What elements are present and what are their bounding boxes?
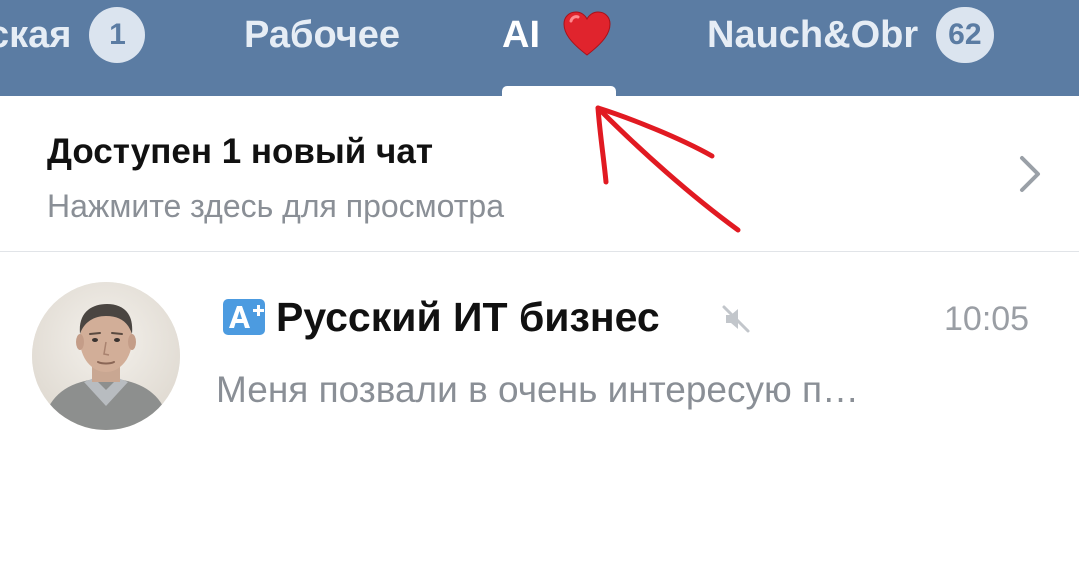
avatar [32, 282, 180, 430]
mute-icon [722, 305, 750, 333]
tab-rabochee[interactable]: Рабочее [244, 0, 400, 96]
chevron-right-icon [1020, 156, 1040, 192]
chat-name: Русский ИТ бизнес [276, 294, 660, 340]
chat-time: 10:05 [944, 300, 1030, 338]
tab-label: Рабочее [244, 14, 401, 56]
a-plus-icon [223, 299, 265, 335]
new-chat-notice[interactable]: Доступен 1 новый чат Нажмите здесь для п… [0, 96, 1079, 252]
tab-folder-1[interactable]: ская 1 [0, 0, 146, 96]
tab-label: ская [0, 14, 72, 56]
tab-label: AI [502, 14, 540, 56]
unread-count-badge: 62 [936, 7, 994, 63]
active-tab-indicator [502, 86, 616, 96]
notice-title: Доступен 1 новый чат [47, 132, 433, 171]
unread-count-badge: 1 [89, 7, 146, 63]
chat-list-item[interactable]: Русский ИТ бизнес 10:05 Меня позвали в о… [0, 252, 1079, 452]
tab-nauch-obr[interactable]: Nauch&Obr 62 [707, 0, 994, 96]
heart-icon [563, 11, 611, 56]
tab-label: Nauch&Obr [707, 14, 919, 56]
folder-tab-bar: ская 1 Рабочее AI Nauch&Obr 62 [0, 0, 1079, 96]
notice-subtitle: Нажмите здесь для просмотра [47, 188, 504, 224]
tab-ai[interactable]: AI [502, 0, 612, 96]
chat-preview: Меня позвали в очень интересую п… [216, 369, 860, 410]
